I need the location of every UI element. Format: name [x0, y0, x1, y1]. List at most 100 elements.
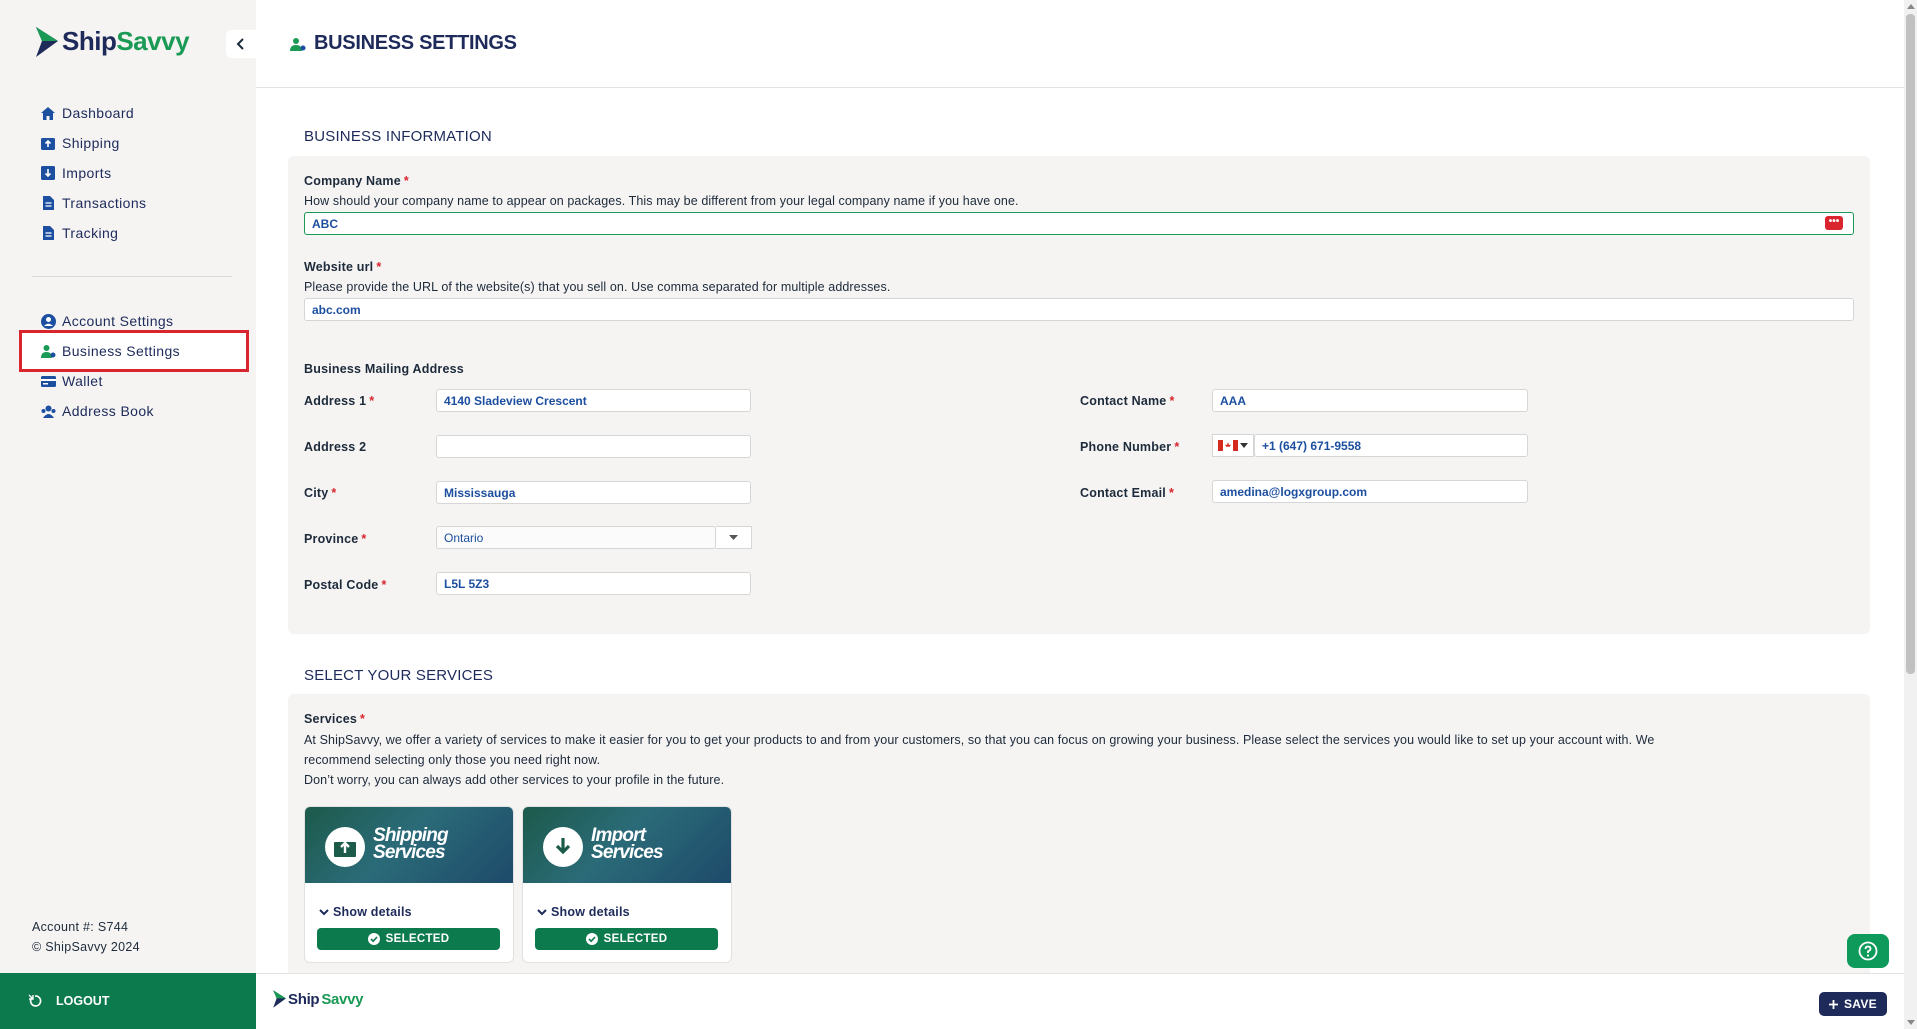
sidebar-item-wallet[interactable]: Wallet [40, 366, 240, 396]
address2-input[interactable] [436, 435, 751, 458]
show-details-label: Show details [333, 905, 412, 919]
sidebar-item-imports[interactable]: Imports [40, 158, 240, 188]
footer-logo-savvy: Savvy [321, 990, 364, 1008]
sidebar-item-label: Account Settings [62, 313, 174, 329]
company-name-input[interactable]: ABC ••• [304, 212, 1854, 235]
account-info: Account #: S744 © ShipSavvy 2024 [32, 917, 140, 957]
website-url-help: Please provide the URL of the website(s)… [304, 280, 891, 294]
business-information-panel: Company Name * How should your company na… [288, 156, 1870, 634]
logout-button[interactable]: LOGOUT [0, 973, 256, 1029]
import-services-title: Import Services [591, 825, 664, 863]
question-circle-icon [1858, 941, 1878, 961]
sidebar-item-address-book[interactable]: Address Book [40, 396, 240, 426]
postal-code-label: Postal Code * [304, 578, 387, 592]
plus-icon [1829, 999, 1838, 1009]
city-input[interactable]: Mississauga [436, 481, 751, 504]
phone-number-label: Phone Number * [1080, 440, 1180, 454]
home-icon [40, 105, 56, 121]
canada-flag-icon [1218, 440, 1238, 451]
company-name-label: Company Name * [304, 174, 409, 188]
business-user-icon [290, 37, 306, 51]
contact-email-input[interactable]: amedina@logxgroup.com [1212, 480, 1528, 503]
password-manager-icon[interactable]: ••• [1825, 216, 1843, 230]
box-icon [40, 135, 56, 151]
app-root: ShipSavvy Dashboard Shipping Imports Tra… [0, 0, 1917, 1029]
user-circle-icon [40, 313, 56, 329]
shipping-selected-button[interactable]: SELECTED [317, 928, 500, 950]
save-button[interactable]: SAVE [1819, 992, 1887, 1016]
collapse-sidebar-button[interactable] [226, 30, 256, 58]
sidebar-item-shipping[interactable]: Shipping [40, 128, 240, 158]
contact-email-value: amedina@logxgroup.com [1220, 485, 1368, 499]
services-description-line: At ShipSavvy, we offer a variety of serv… [304, 733, 1655, 747]
import-selected-button[interactable]: SELECTED [535, 928, 718, 950]
scroll-up-arrow-icon[interactable] [1907, 4, 1915, 9]
nav-divider [32, 276, 232, 277]
contact-name-input[interactable]: AAA [1212, 389, 1528, 412]
services-label: Services * [304, 712, 366, 726]
contact-name-label: Contact Name * [1080, 394, 1175, 408]
caret-down-icon [729, 535, 738, 540]
shipsavvy-logo[interactable]: ShipSavvy [34, 26, 190, 57]
import-arrow-icon [543, 827, 583, 867]
address-book-icon [40, 403, 56, 419]
province-label: Province * [304, 532, 367, 546]
check-circle-icon [367, 933, 380, 945]
import-services-banner: Import Services [523, 807, 731, 883]
city-value: Mississauga [444, 486, 516, 500]
company-name-value: ABC [312, 217, 338, 231]
sidebar-item-dashboard[interactable]: Dashboard [40, 98, 240, 128]
tracking-document-icon [40, 225, 56, 241]
website-url-input[interactable]: abc.com [304, 298, 1854, 321]
page-scrollbar[interactable] [1904, 0, 1917, 1029]
import-services-card[interactable]: Import Services Show details SELECTED [522, 806, 732, 963]
sidebar-item-business-settings[interactable]: Business Settings [19, 330, 249, 372]
logout-icon [28, 994, 42, 1007]
postal-code-value: L5L 5Z3 [444, 577, 490, 591]
logo-text: ShipSavvy [62, 26, 190, 56]
sidebar-item-label: Address Book [62, 403, 154, 419]
country-code-selector[interactable] [1212, 434, 1254, 457]
check-circle-icon [585, 933, 598, 945]
sidebar-item-tracking[interactable]: Tracking [40, 218, 240, 248]
account-number: Account #: S744 [32, 920, 129, 934]
sidebar-item-label: Tracking [62, 225, 119, 241]
address1-label: Address 1 * [304, 394, 375, 408]
province-select[interactable]: Ontario [436, 526, 716, 549]
city-label: City * [304, 486, 337, 500]
page-title: BUSINESS SETTINGS [290, 32, 517, 55]
company-name-help: How should your company name to appear o… [304, 194, 1019, 208]
province-value: Ontario [444, 531, 484, 545]
show-details-label: Show details [551, 905, 630, 919]
help-button[interactable] [1847, 934, 1889, 968]
select-services-title: SELECT YOUR SERVICES [304, 667, 494, 684]
website-url-label: Website url * [304, 260, 382, 274]
sidebar-item-account-settings[interactable]: Account Settings [40, 306, 240, 336]
show-details-link[interactable]: Show details [537, 905, 630, 919]
services-description-line: Don’t worry, you can always add other se… [304, 773, 725, 787]
sidebar-item-label: Business Settings [62, 343, 181, 359]
selected-label: SELECTED [603, 933, 668, 945]
contact-email-label: Contact Email * [1080, 486, 1175, 500]
sidebar-item-label: Dashboard [62, 105, 135, 121]
phone-number-value: +1 (647) 671-9558 [1262, 439, 1362, 453]
mailing-address-label: Business Mailing Address [304, 362, 464, 376]
shipping-services-card[interactable]: Shipping Services Show details SELECTED [304, 806, 514, 963]
postal-code-input[interactable]: L5L 5Z3 [436, 572, 751, 595]
shipping-box-icon [325, 827, 365, 867]
page-footer: Ship Savvy SAVE [256, 973, 1904, 1029]
address1-input[interactable]: 4140 Sladeview Crescent [436, 389, 751, 412]
phone-number-input[interactable]: +1 (647) 671-9558 [1254, 434, 1528, 457]
services-description-line: recommend selecting only those you need … [304, 753, 601, 767]
sidebar-item-label: Wallet [62, 373, 103, 389]
website-url-value: abc.com [312, 303, 361, 317]
selected-label: SELECTED [385, 933, 450, 945]
address2-label: Address 2 [304, 440, 367, 454]
shipping-services-banner: Shipping Services [305, 807, 513, 883]
sidebar-item-label: Imports [62, 165, 112, 181]
scroll-down-arrow-icon[interactable] [1907, 1020, 1915, 1025]
scrollbar-thumb[interactable] [1906, 14, 1915, 674]
show-details-link[interactable]: Show details [319, 905, 412, 919]
province-dropdown-button[interactable] [716, 526, 752, 549]
sidebar-item-transactions[interactable]: Transactions [40, 188, 240, 218]
